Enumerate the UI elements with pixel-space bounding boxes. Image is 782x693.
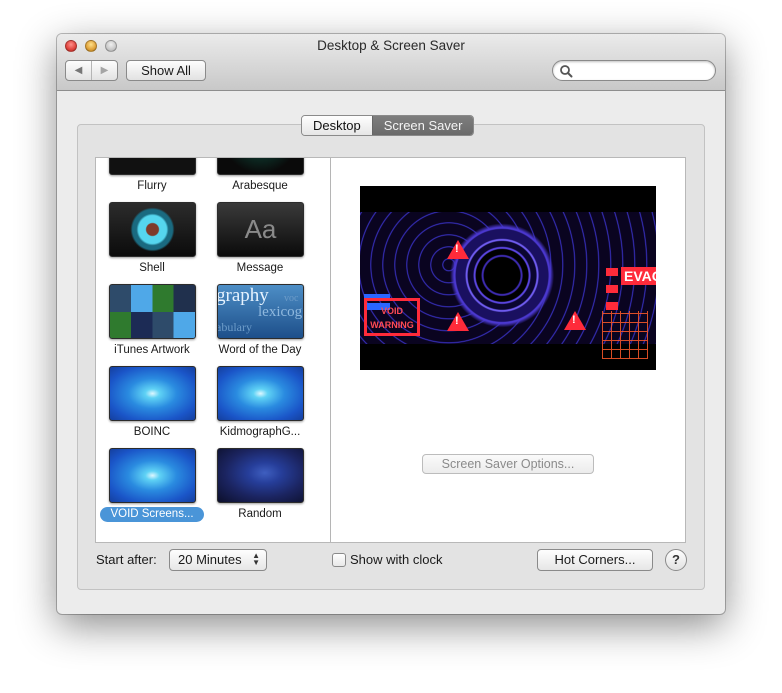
updown-arrows-icon: ▲ ▼: [252, 551, 260, 567]
content-box: Flurry Arabesque Shell Aa Message iTunes…: [95, 157, 686, 543]
thumb-word: voc: [284, 293, 299, 304]
saver-item-arabesque[interactable]: Arabesque: [216, 158, 304, 202]
warning-triangle-icon: [447, 240, 469, 259]
tab-desktop[interactable]: Desktop: [302, 116, 372, 135]
message-thumbnail: Aa: [217, 202, 304, 257]
preview-void-warning: VOID WARNING: [364, 298, 420, 336]
window-title: Desktop & Screen Saver: [317, 38, 465, 53]
saver-item-word-of-the-day[interactable]: graphy voc lexicog abulary Word of the D…: [216, 284, 304, 366]
search-input[interactable]: [552, 60, 716, 81]
preview-evac-label: EVAC: [621, 267, 656, 285]
boinc-thumbnail: [109, 366, 196, 421]
itunes-artwork-thumbnail: [109, 284, 196, 339]
back-button[interactable]: ◀: [66, 61, 91, 80]
saver-label: iTunes Artwork: [114, 344, 190, 356]
search-icon: [560, 65, 573, 78]
flurry-thumbnail: [109, 158, 196, 175]
void-screensaver-thumbnail: [109, 448, 196, 503]
saver-item-flurry[interactable]: Flurry: [108, 158, 196, 202]
preview-graph: [602, 311, 648, 359]
back-forward-control: ◀ ▶: [65, 60, 118, 81]
random-thumbnail: [217, 448, 304, 503]
preview-artwork: VOID WARNING EVAC: [360, 212, 656, 359]
saver-label: Message: [236, 262, 284, 274]
forward-button[interactable]: ▶: [91, 61, 117, 80]
saver-item-random[interactable]: Random: [216, 448, 304, 530]
start-after-select[interactable]: 20 Minutes ▲ ▼: [169, 549, 267, 571]
show-all-button[interactable]: Show All: [126, 60, 206, 81]
saver-item-shell[interactable]: Shell: [108, 202, 196, 284]
saver-label: Shell: [139, 262, 165, 274]
titlebar: Desktop & Screen Saver ◀ ▶ Show All: [57, 34, 725, 91]
forward-arrow-icon: ▶: [100, 65, 109, 76]
show-with-clock-label[interactable]: Show with clock: [350, 552, 442, 567]
preview-unit-markers: [606, 262, 618, 310]
start-after-label: Start after:: [96, 552, 157, 567]
saver-label: Flurry: [137, 180, 167, 192]
saver-item-itunes-artwork[interactable]: iTunes Artwork: [108, 284, 196, 366]
saver-label-selected: VOID Screens...: [100, 507, 204, 522]
arabesque-thumbnail: [217, 158, 304, 175]
screen-saver-list[interactable]: Flurry Arabesque Shell Aa Message iTunes…: [96, 158, 331, 542]
word-of-the-day-thumbnail: graphy voc lexicog abulary: [217, 284, 304, 339]
back-arrow-icon: ◀: [74, 65, 83, 76]
show-with-clock-checkbox[interactable]: [332, 553, 346, 567]
shell-thumbnail: [109, 202, 196, 257]
warning-triangle-icon: [447, 312, 469, 331]
start-after-value: 20 Minutes: [178, 552, 242, 567]
thumb-word: abulary: [217, 320, 252, 334]
kidmograph-thumbnail: [217, 366, 304, 421]
preferences-window: Desktop & Screen Saver ◀ ▶ Show All Desk…: [57, 34, 725, 614]
warning-triangle-icon: [564, 311, 586, 330]
hot-corners-button[interactable]: Hot Corners...: [537, 549, 653, 571]
tab-bar: Desktop Screen Saver: [301, 115, 475, 136]
saver-label: BOINC: [133, 426, 171, 438]
thumb-word: lexicog: [258, 304, 303, 320]
saver-item-message[interactable]: Aa Message: [216, 202, 304, 284]
saver-item-void-screensaver[interactable]: VOID Screens...: [100, 448, 204, 530]
screen-saver-preview: VOID WARNING EVAC: [360, 186, 656, 370]
tab-screen-saver[interactable]: Screen Saver: [371, 116, 474, 135]
saver-label: Arabesque: [232, 180, 288, 192]
saver-item-boinc[interactable]: BOINC: [108, 366, 196, 448]
saver-label: Word of the Day: [218, 344, 302, 356]
screen-saver-options-button[interactable]: Screen Saver Options...: [422, 454, 594, 474]
saver-label: KidmographG...: [219, 426, 301, 438]
saver-label: Random: [238, 508, 282, 520]
help-button[interactable]: ?: [665, 549, 687, 571]
saver-item-kidmograph[interactable]: KidmographG...: [216, 366, 304, 448]
